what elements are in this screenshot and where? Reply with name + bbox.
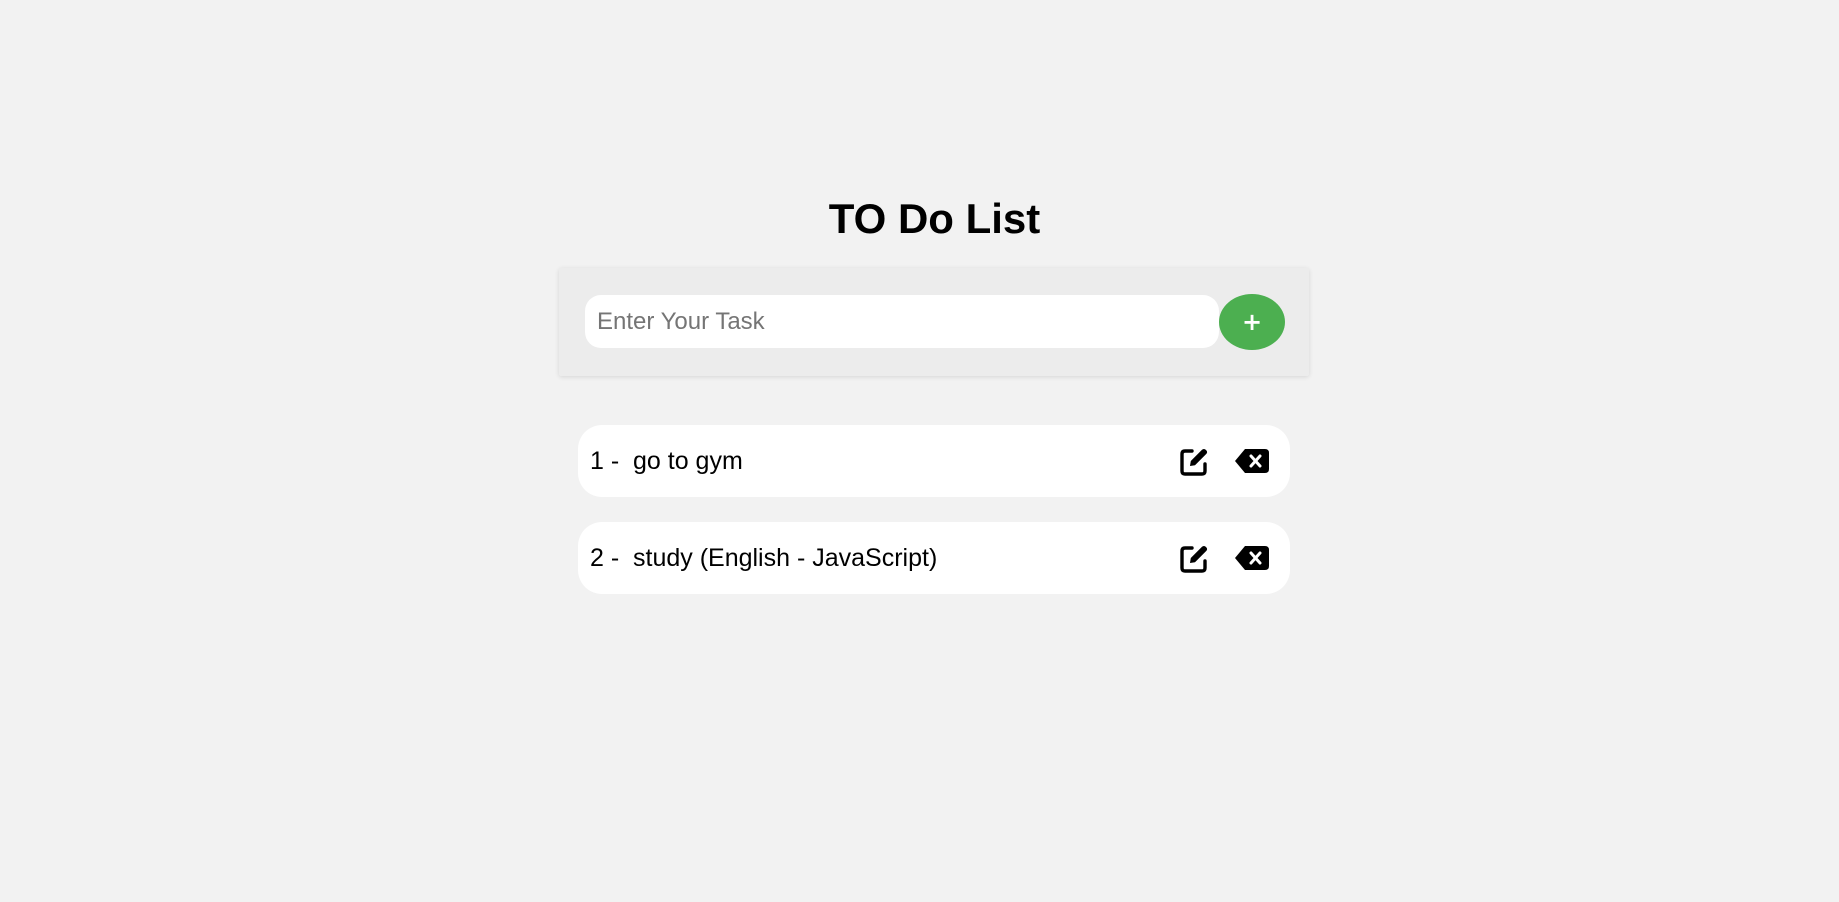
edit-task-button[interactable] [1177, 542, 1211, 576]
task-item: 2 - study (English - JavaScript) [578, 522, 1290, 594]
task-input[interactable] [585, 295, 1219, 348]
task-text: study (English - JavaScript) [633, 543, 938, 572]
plus-icon: + [1241, 308, 1263, 336]
backspace-delete-icon [1234, 447, 1270, 475]
task-input-panel: + [559, 268, 1309, 376]
backspace-delete-icon [1234, 544, 1270, 572]
edit-icon [1177, 445, 1211, 479]
task-item: 1 - go to gym [578, 425, 1290, 497]
edit-task-button[interactable] [1177, 445, 1211, 479]
edit-icon [1177, 542, 1211, 576]
task-number: 2 - [590, 543, 620, 572]
page-title: TO Do List [828, 195, 1041, 242]
delete-task-button[interactable] [1234, 447, 1270, 475]
task-list: 1 - go to gym 2 - study (English - JavaS… [578, 425, 1290, 619]
task-text: go to gym [633, 446, 743, 475]
delete-task-button[interactable] [1234, 544, 1270, 572]
task-number: 1 - [590, 446, 620, 475]
add-task-button[interactable]: + [1219, 294, 1285, 350]
